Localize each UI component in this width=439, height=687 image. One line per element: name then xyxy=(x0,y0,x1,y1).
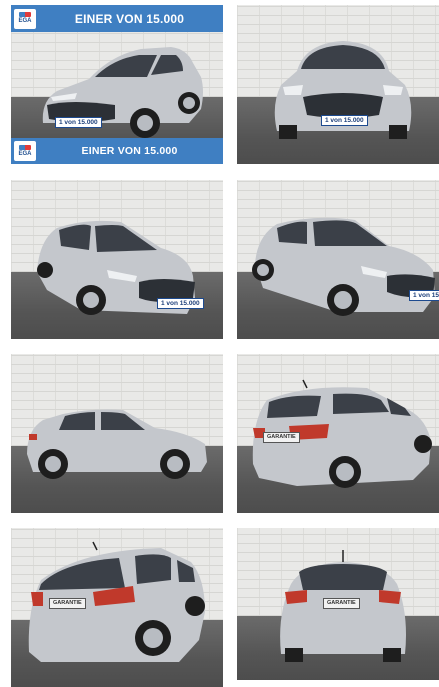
car-image xyxy=(27,409,207,479)
gallery-photo-3[interactable]: 1 von 15.000 xyxy=(11,180,223,339)
ega-logo-icon: EGA xyxy=(14,141,36,161)
car-image xyxy=(252,217,435,316)
promo-banner-text: EINER VON 15.000 xyxy=(74,11,185,26)
gallery-photo-7[interactable]: GARANTIE xyxy=(11,528,223,687)
license-plate: 1 von 15.000 xyxy=(409,290,439,301)
license-plate: 1 von 15.000 xyxy=(55,117,102,128)
photo-gallery: 1 von 15.000 EGA EINER VON 15.000 EGA EI… xyxy=(0,0,439,687)
promo-banner-top: EGA EINER VON 15.000 xyxy=(11,5,223,32)
ega-logo-icon: EGA xyxy=(14,8,36,29)
gallery-photo-8[interactable]: GARANTIE xyxy=(237,528,439,680)
license-plate: GARANTIE xyxy=(263,432,300,443)
promo-banner-bottom: EGA EINER VON 15.000 xyxy=(11,138,223,164)
gallery-photo-1[interactable]: 1 von 15.000 EGA EINER VON 15.000 EGA EI… xyxy=(11,5,223,164)
car-image xyxy=(274,41,412,139)
license-plate: GARANTIE xyxy=(323,598,360,609)
car-image xyxy=(28,541,205,662)
license-plate: GARANTIE xyxy=(49,598,86,609)
gallery-photo-5[interactable] xyxy=(11,354,223,513)
license-plate: 1 von 15.000 xyxy=(157,298,204,309)
license-plate: 1 von 15.000 xyxy=(321,115,368,126)
promo-banner-text: EINER VON 15.000 xyxy=(81,145,178,157)
gallery-photo-6[interactable]: GARANTIE xyxy=(237,354,439,513)
car-image xyxy=(37,220,195,315)
gallery-photo-2[interactable]: 1 von 15.000 xyxy=(237,5,439,164)
gallery-photo-4[interactable]: 1 von 15.000 xyxy=(237,180,439,339)
